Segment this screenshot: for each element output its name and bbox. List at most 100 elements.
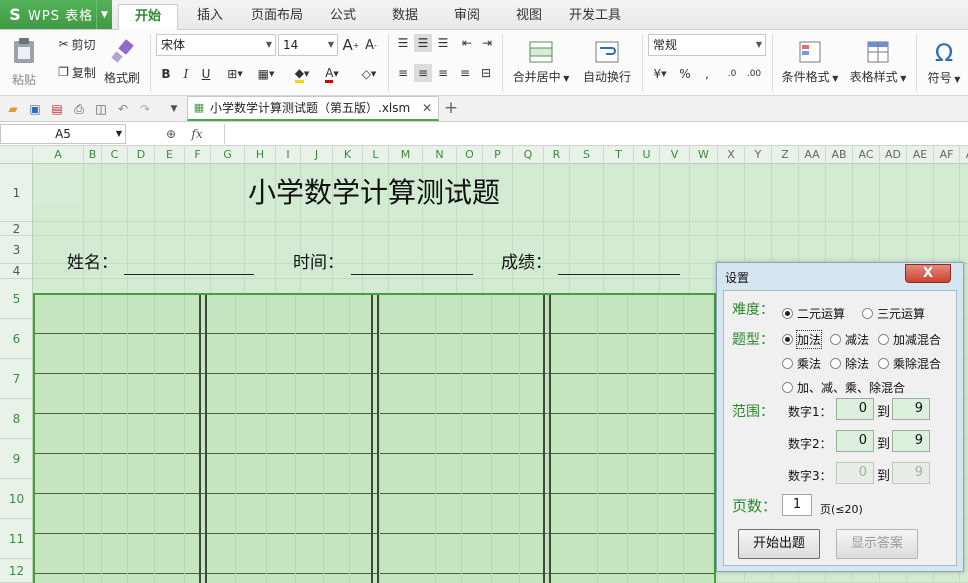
pdf-icon[interactable]: ▤ [48,100,66,118]
row-header[interactable]: 11 [0,519,33,559]
column-header[interactable]: I [276,146,301,164]
column-header[interactable]: AD [880,146,907,164]
align-center-icon[interactable]: ≡ [414,64,432,82]
column-header[interactable]: AB [826,146,853,164]
border-icon[interactable]: ⊞ ▼ [222,64,248,84]
column-header[interactable]: M [389,146,423,164]
difficulty-binary-radio[interactable]: 二元运算 [782,305,845,322]
row-header[interactable]: 10 [0,479,33,519]
increase-font-icon[interactable]: A + [342,34,360,56]
format-painter-button[interactable]: 格式刷 [102,34,142,90]
distribute-icon[interactable]: ⊟ [476,64,496,82]
document-tab[interactable]: ▦ 小学数学计算测试题（第五版）.xlsm ✕ [187,96,439,121]
column-header[interactable]: U [634,146,660,164]
redo-icon[interactable]: ↷ [136,100,154,118]
paste-button[interactable]: 粘贴 [4,34,44,90]
thousands-icon[interactable]: , [698,64,716,84]
tab-data[interactable]: 数据 [380,4,430,30]
select-all-corner[interactable] [0,146,33,164]
new-tab-icon[interactable]: + [442,98,460,118]
type-multiply-radio[interactable]: 乘法 [782,355,821,372]
column-header[interactable]: J [301,146,333,164]
number3-from-input[interactable]: 0 [836,462,874,484]
type-add-radio[interactable]: 加法 [782,330,823,349]
column-header[interactable]: E [155,146,185,164]
pages-input[interactable]: 1 [782,494,812,516]
column-header[interactable]: L [363,146,389,164]
type-divide-radio[interactable]: 除法 [830,355,869,372]
zoom-icon[interactable]: ⊕ [162,125,180,143]
formula-input[interactable] [224,124,968,144]
row-header[interactable]: 5 [0,279,33,319]
conditional-format-button[interactable]: 条件格式 ▼ [778,34,842,90]
column-header[interactable]: V [660,146,690,164]
cut-button[interactable]: ✂ 剪切 [52,34,102,54]
row-header[interactable]: 9 [0,439,33,479]
row-header[interactable]: 6 [0,319,33,359]
column-header[interactable]: O [457,146,483,164]
column-header[interactable]: P [483,146,513,164]
number1-from-input[interactable]: 0 [836,398,874,420]
tab-review[interactable]: 审阅 [442,4,492,30]
wps-app-menu-button[interactable]: S WPS 表格 ▼ [0,0,112,29]
increase-decimal-icon[interactable]: .0 [722,64,742,84]
fill-pattern-icon[interactable]: ▦ ▼ [252,64,280,84]
font-size-select[interactable]: 14 ▼ [278,34,338,56]
close-icon[interactable]: ✕ [420,101,434,115]
name-underline[interactable] [124,274,254,275]
italic-icon[interactable]: I [178,64,194,84]
close-icon[interactable]: X [905,264,951,283]
percent-icon[interactable]: % [676,64,694,84]
tab-page-layout[interactable]: 页面布局 [244,4,310,30]
chevron-down-icon[interactable]: ▼ [96,0,112,29]
symbol-button[interactable]: Ω 符号 ▼ [922,34,966,90]
undo-icon[interactable]: ↶ [114,100,132,118]
currency-icon[interactable]: ¥ ▼ [648,64,672,84]
fill-color-icon[interactable]: ◆ ▼ [288,64,316,84]
column-header[interactable]: Y [745,146,772,164]
align-bottom-icon[interactable]: ☰ [434,34,452,52]
question-area[interactable] [33,293,716,583]
column-header[interactable]: Z [772,146,799,164]
number2-from-input[interactable]: 0 [836,430,874,452]
column-header[interactable]: AC [853,146,880,164]
row-header[interactable]: 3 [0,236,33,264]
column-header[interactable]: AA [799,146,826,164]
print-icon[interactable]: ⎙ [70,100,88,118]
column-header[interactable]: AF [934,146,960,164]
column-header[interactable]: Q [513,146,544,164]
font-color-icon[interactable]: A ▼ [318,64,346,84]
bold-icon[interactable]: B [158,64,174,84]
indent-icon[interactable]: ⇥ [478,34,496,52]
merge-center-button[interactable]: 合并居中 ▼ [508,34,574,90]
type-subtract-radio[interactable]: 减法 [830,331,869,348]
type-all-mixed-radio[interactable]: 加、减、乘、除混合 [782,379,905,396]
open-folder-icon[interactable]: ▰ [4,100,22,118]
column-header[interactable]: G [211,146,245,164]
dialog-titlebar[interactable]: 设置 X [717,263,963,289]
time-underline[interactable] [351,274,473,275]
column-header[interactable]: N [423,146,457,164]
table-style-button[interactable]: 表格样式 ▼ [846,34,910,90]
score-underline[interactable] [558,274,680,275]
column-header[interactable]: X [718,146,745,164]
type-add-subtract-radio[interactable]: 加减混合 [878,331,941,348]
column-header[interactable]: H [245,146,276,164]
column-header[interactable]: R [544,146,570,164]
decrease-font-icon[interactable]: A- [362,34,380,56]
row-header[interactable]: 8 [0,399,33,439]
justify-icon[interactable]: ≡ [456,64,474,82]
number1-to-input[interactable]: 9 [892,398,930,420]
save-icon[interactable]: ▣ [26,100,44,118]
align-right-icon[interactable]: ≡ [434,64,452,82]
difficulty-ternary-radio[interactable]: 三元运算 [862,305,925,322]
column-header[interactable]: A [960,146,968,164]
column-header[interactable]: C [102,146,128,164]
tab-home[interactable]: 开始 [118,4,178,30]
row-header[interactable]: 2 [0,222,33,236]
align-left-icon[interactable]: ≡ [394,64,412,82]
row-header[interactable]: 7 [0,359,33,399]
align-top-icon[interactable]: ☰ [394,34,412,52]
row-header[interactable]: 4 [0,264,33,279]
row-header[interactable]: 12 [0,559,33,583]
